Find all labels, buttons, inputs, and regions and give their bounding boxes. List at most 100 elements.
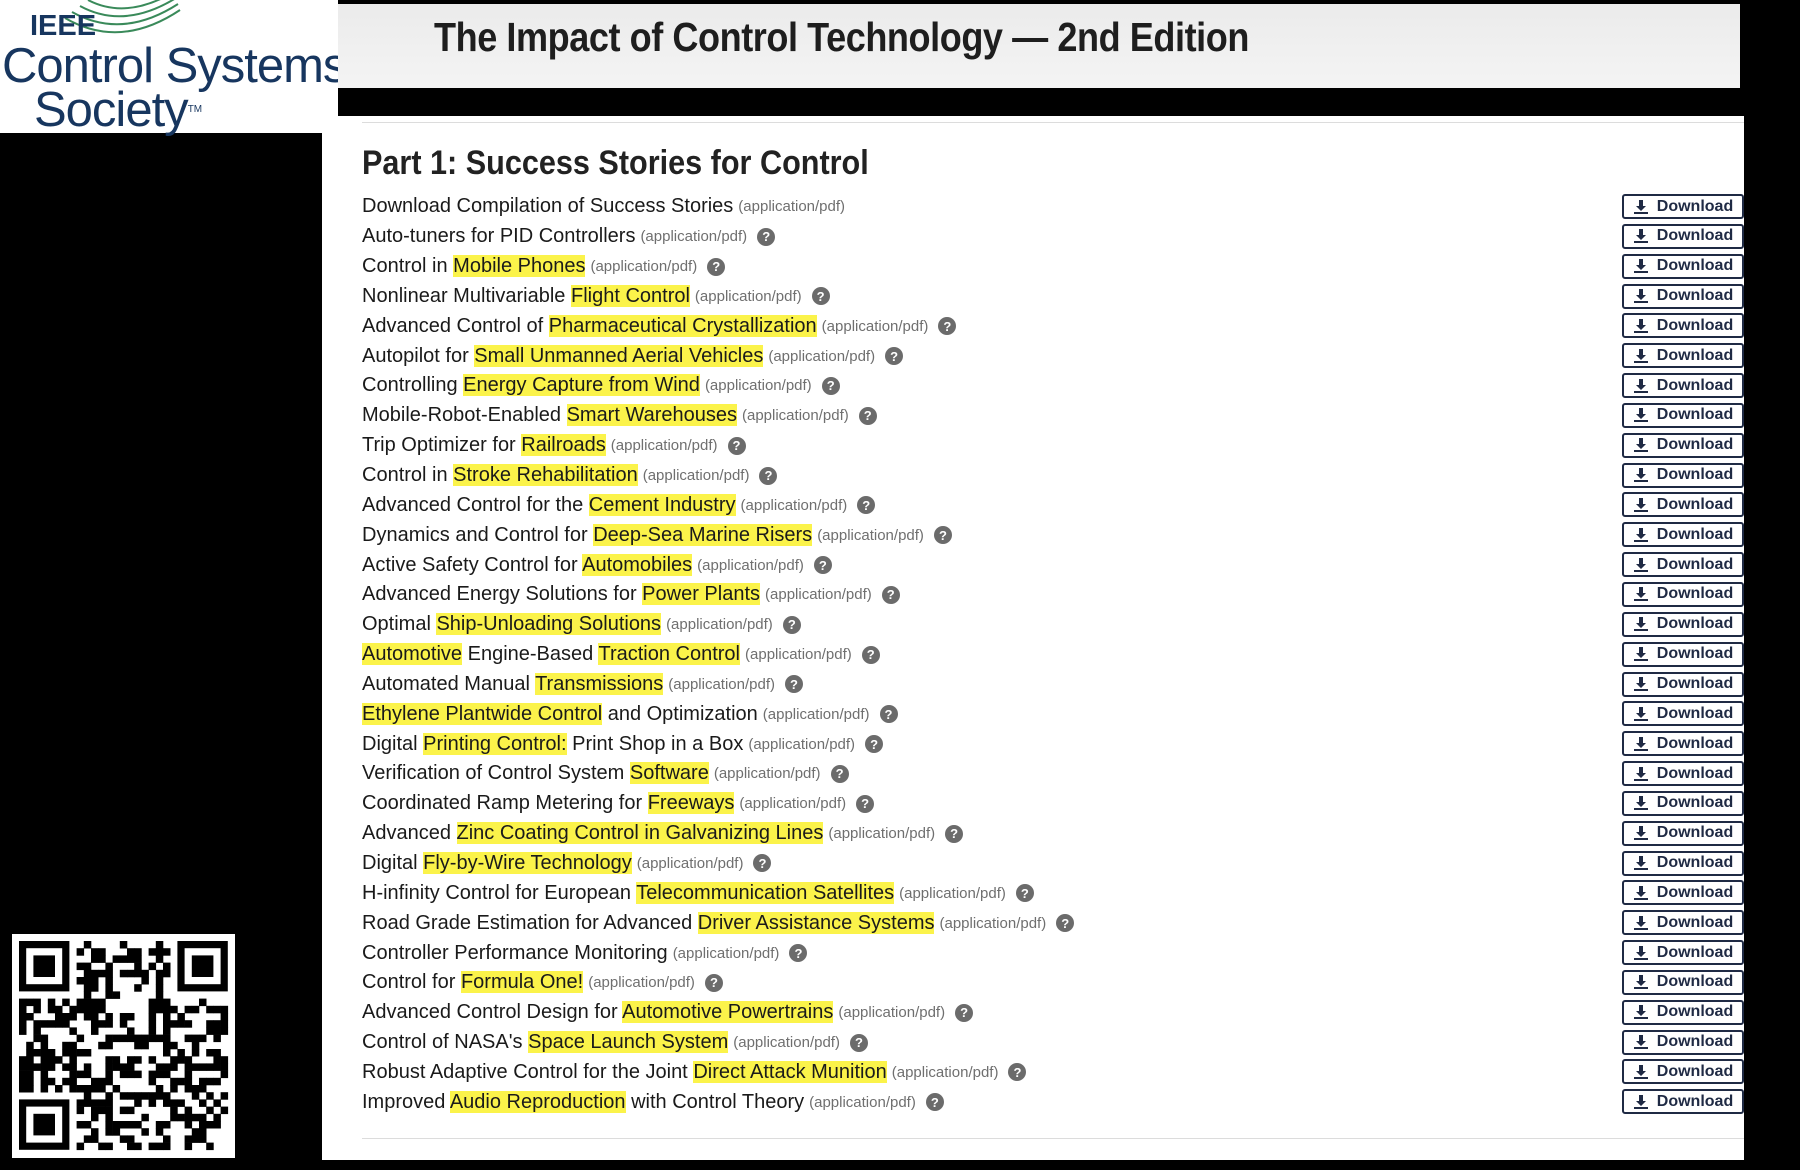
document-title[interactable]: Automotive Engine-Based Traction Control bbox=[362, 643, 741, 666]
help-icon[interactable]: ? bbox=[865, 735, 884, 754]
help-icon[interactable]: ? bbox=[813, 556, 832, 575]
help-icon[interactable]: ? bbox=[707, 257, 726, 276]
help-icon[interactable]: ? bbox=[1008, 1063, 1027, 1082]
download-button[interactable]: Download bbox=[1622, 223, 1744, 249]
help-icon[interactable]: ? bbox=[955, 1003, 974, 1022]
download-button[interactable]: Download bbox=[1622, 910, 1744, 936]
document-title[interactable]: Autopilot for Small Unmanned Aerial Vehi… bbox=[362, 344, 764, 368]
download-button[interactable]: Download bbox=[1622, 761, 1744, 787]
document-title[interactable]: Road Grade Estimation for Advanced Drive… bbox=[362, 911, 935, 935]
download-icon bbox=[1633, 586, 1649, 602]
download-button[interactable]: Download bbox=[1622, 313, 1744, 339]
help-icon[interactable]: ? bbox=[753, 854, 772, 873]
download-button[interactable]: Download bbox=[1622, 999, 1744, 1025]
help-icon[interactable]: ? bbox=[881, 585, 900, 604]
download-label: Download bbox=[1656, 287, 1734, 305]
document-title[interactable]: Advanced Control for the Cement Industry bbox=[362, 493, 736, 517]
download-button[interactable]: Download bbox=[1622, 283, 1744, 309]
help-icon[interactable]: ? bbox=[933, 526, 952, 545]
document-row: Control for Formula One! (application/pdf… bbox=[362, 968, 1744, 998]
help-icon[interactable]: ? bbox=[1056, 914, 1075, 933]
download-button[interactable]: Download bbox=[1622, 850, 1744, 876]
help-icon[interactable]: ? bbox=[1015, 884, 1034, 903]
document-title[interactable]: Robust Adaptive Control for the Joint Di… bbox=[362, 1060, 887, 1084]
help-icon[interactable]: ? bbox=[727, 436, 746, 455]
help-icon[interactable]: ? bbox=[811, 287, 830, 306]
help-icon[interactable]: ? bbox=[789, 944, 808, 963]
help-icon[interactable]: ? bbox=[757, 227, 776, 246]
download-button[interactable]: Download bbox=[1622, 880, 1744, 906]
help-icon[interactable]: ? bbox=[861, 645, 880, 664]
download-button[interactable]: Download bbox=[1622, 492, 1744, 518]
download-button[interactable]: Download bbox=[1622, 671, 1744, 697]
help-icon[interactable]: ? bbox=[858, 406, 877, 425]
document-title[interactable]: Improved Audio Reproduction with Control… bbox=[362, 1090, 804, 1114]
help-icon[interactable]: ? bbox=[785, 675, 803, 694]
document-title[interactable]: Automated Manual Transmissions bbox=[362, 672, 664, 696]
document-title[interactable]: Active Safety Control for Automobiles bbox=[362, 553, 693, 577]
document-row: Control of NASA's Space Launch System (ap… bbox=[362, 1028, 1744, 1058]
download-button[interactable]: Download bbox=[1622, 402, 1744, 428]
download-button[interactable]: Download bbox=[1622, 641, 1744, 667]
download-button[interactable]: Download bbox=[1622, 581, 1744, 607]
document-title[interactable]: Trip Optimizer for Railroads bbox=[362, 434, 606, 457]
document-title[interactable]: Control in Stroke Rehabilitation bbox=[362, 464, 638, 487]
help-icon[interactable]: ? bbox=[879, 705, 898, 724]
document-title[interactable]: Advanced Zinc Coating Control in Galvani… bbox=[362, 822, 824, 845]
title-text: Print Shop in a Box bbox=[566, 732, 744, 755]
help-icon[interactable]: ? bbox=[759, 466, 778, 485]
download-button[interactable]: Download bbox=[1622, 790, 1744, 816]
download-button[interactable]: Download bbox=[1622, 552, 1744, 578]
help-icon[interactable]: ? bbox=[938, 317, 957, 336]
download-button[interactable]: Download bbox=[1622, 432, 1744, 458]
document-title[interactable]: H-infinity Control for European Telecomm… bbox=[362, 881, 895, 905]
title-text: Engine-Based bbox=[462, 643, 599, 666]
document-title[interactable]: Optimal Ship-Unloading Solutions bbox=[362, 613, 662, 636]
document-title[interactable]: Control for Formula One! bbox=[362, 971, 584, 994]
help-icon[interactable]: ? bbox=[830, 764, 849, 783]
document-title[interactable]: Verification of Control System Software bbox=[362, 762, 709, 785]
download-button[interactable]: Download bbox=[1622, 343, 1744, 369]
document-title[interactable]: Download Compilation of Success Stories bbox=[362, 195, 733, 218]
help-icon[interactable]: ? bbox=[704, 973, 723, 992]
help-icon[interactable]: ? bbox=[849, 1033, 868, 1052]
document-title[interactable]: Ethylene Plantwide Control and Optimizat… bbox=[362, 702, 758, 726]
document-title[interactable]: Advanced Control of Pharmaceutical Cryst… bbox=[362, 314, 817, 338]
document-title[interactable]: Controlling Energy Capture from Wind bbox=[362, 374, 700, 397]
download-button[interactable]: Download bbox=[1622, 611, 1744, 637]
download-button[interactable]: Download bbox=[1622, 701, 1744, 727]
document-title[interactable]: Nonlinear Multivariable Flight Control bbox=[362, 284, 690, 308]
help-icon[interactable]: ? bbox=[857, 496, 876, 515]
document-title[interactable]: Digital Printing Control: Print Shop in … bbox=[362, 732, 744, 756]
document-title[interactable]: Coordinated Ramp Metering for Freeways bbox=[362, 792, 735, 815]
download-button[interactable]: Download bbox=[1622, 969, 1744, 995]
document-title[interactable]: Dynamics and Control for Deep-Sea Marine… bbox=[362, 523, 813, 547]
document-title[interactable]: Controller Performance Monitoring bbox=[362, 942, 668, 965]
download-button[interactable]: Download bbox=[1622, 1059, 1744, 1085]
help-icon[interactable]: ? bbox=[885, 347, 904, 366]
help-icon[interactable]: ? bbox=[925, 1093, 944, 1112]
document-title[interactable]: Auto-tuners for PID Controllers bbox=[362, 225, 635, 248]
download-button[interactable]: Download bbox=[1622, 1029, 1744, 1055]
help-icon[interactable]: ? bbox=[782, 615, 801, 634]
mime-type: (application/pdf) bbox=[704, 377, 812, 395]
download-button[interactable]: Download bbox=[1622, 522, 1744, 548]
download-button[interactable]: Download bbox=[1622, 1089, 1744, 1115]
document-title[interactable]: Advanced Energy Solutions for Power Plan… bbox=[362, 583, 761, 606]
document-title[interactable]: Control in Mobile Phones bbox=[362, 255, 586, 278]
download-button[interactable]: Download bbox=[1622, 462, 1744, 488]
help-icon[interactable]: ? bbox=[856, 794, 875, 813]
help-icon[interactable]: ? bbox=[821, 376, 840, 395]
document-title[interactable]: Control of NASA's Space Launch System bbox=[362, 1031, 729, 1054]
mime-type: (application/pdf) bbox=[588, 974, 695, 992]
document-title[interactable]: Mobile-Robot-Enabled Smart Warehouses bbox=[362, 404, 737, 427]
download-button[interactable]: Download bbox=[1622, 731, 1744, 757]
download-button[interactable]: Download bbox=[1622, 253, 1744, 279]
help-icon[interactable]: ? bbox=[945, 824, 964, 843]
download-button[interactable]: Download bbox=[1622, 940, 1744, 966]
download-button[interactable]: Download bbox=[1622, 373, 1744, 399]
download-button[interactable]: Download bbox=[1622, 194, 1744, 219]
document-title[interactable]: Digital Fly-by-Wire Technology bbox=[362, 851, 632, 875]
document-title[interactable]: Advanced Control Design for Automotive P… bbox=[362, 1001, 834, 1024]
download-button[interactable]: Download bbox=[1622, 820, 1744, 846]
